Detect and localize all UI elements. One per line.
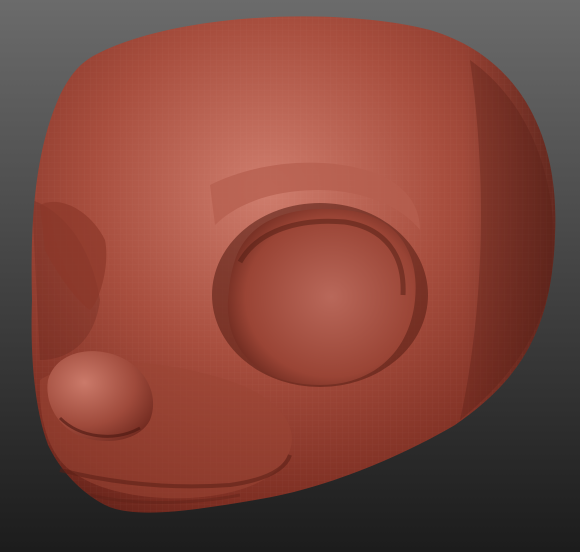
sculpt-viewport[interactable] <box>0 0 580 552</box>
sculpted-head-render <box>31 16 556 513</box>
eye-socket <box>212 203 428 387</box>
